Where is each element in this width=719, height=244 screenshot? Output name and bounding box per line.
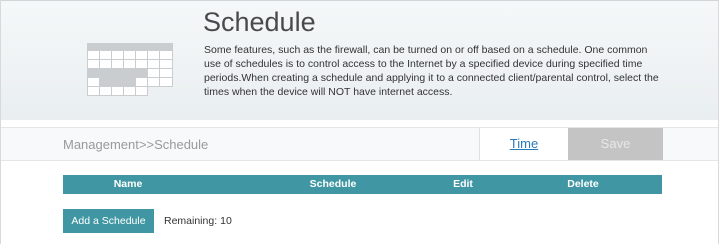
schedule-table-header: Name Schedule Edit Delete: [63, 175, 662, 194]
column-header-delete: Delete: [567, 178, 599, 190]
remaining-label: Remaining:: [164, 215, 218, 227]
page-header: Schedule Some features, such as the fire…: [1, 0, 718, 120]
add-schedule-button[interactable]: Add a Schedule: [63, 209, 154, 233]
page-title: Schedule: [203, 7, 316, 37]
column-header-edit: Edit: [453, 178, 473, 190]
toolbar: Management>>Schedule Time Save: [1, 127, 718, 161]
column-header-name: Name: [113, 178, 143, 190]
column-header-schedule: Schedule: [309, 178, 357, 190]
save-button[interactable]: Save: [568, 128, 663, 160]
remaining-value: 10: [220, 215, 232, 227]
time-link[interactable]: Time: [479, 128, 568, 160]
calendar-icon: [87, 43, 173, 96]
breadcrumb: Management>>Schedule: [63, 137, 209, 152]
page-description: Some features, such as the firewall, can…: [204, 44, 659, 98]
remaining-count: Remaining: 10: [161, 215, 232, 227]
